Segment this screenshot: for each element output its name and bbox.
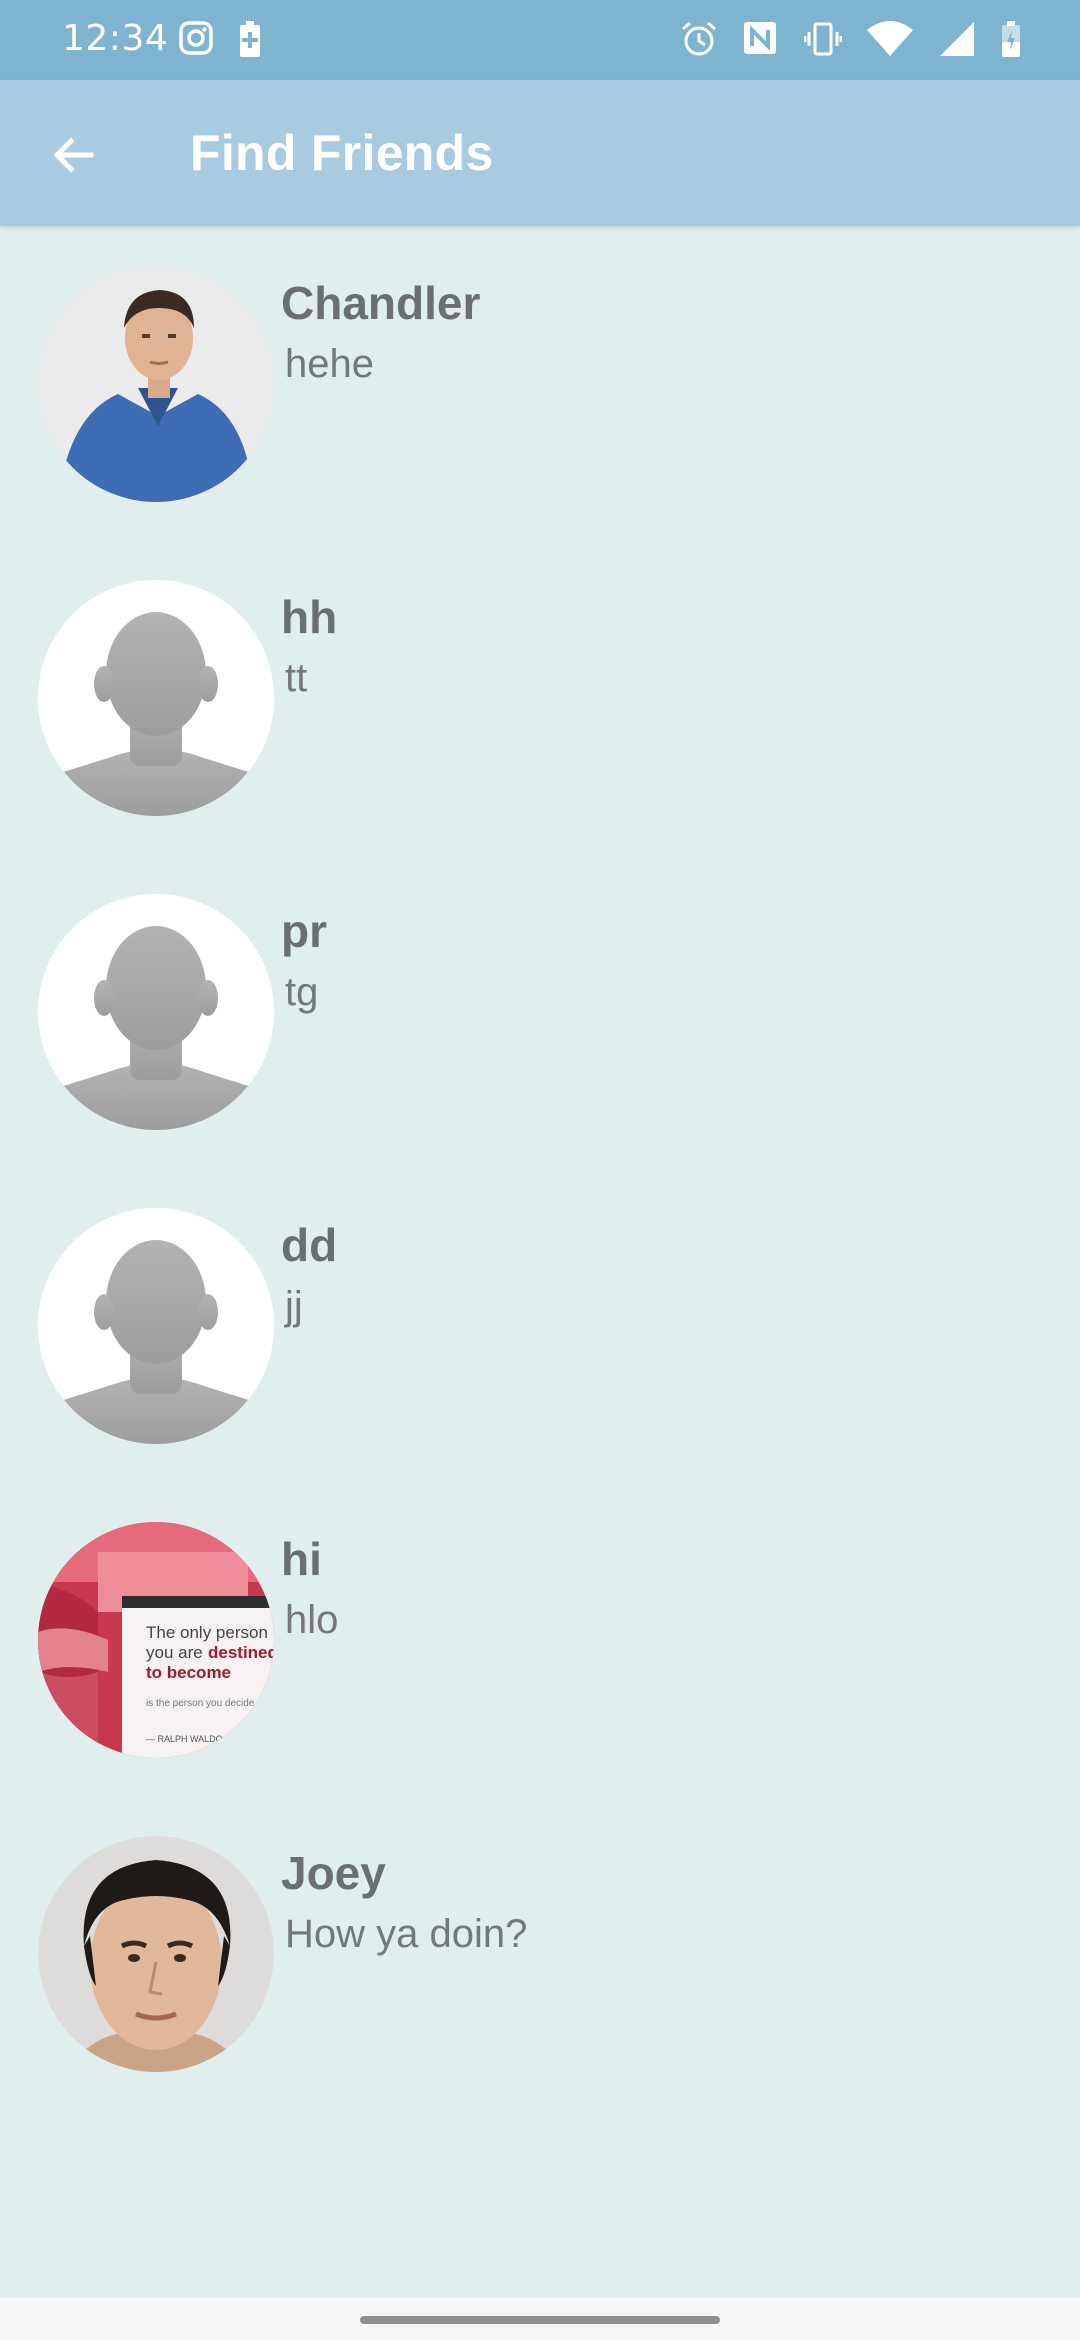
avatar [38, 1836, 274, 2072]
friend-name: dd [281, 1219, 338, 1271]
status-right-icons [680, 20, 1024, 58]
friend-status: hlo [285, 1598, 339, 1642]
avatar: The only person you are destined to beco… [38, 1522, 274, 1758]
vibrate-icon [803, 20, 843, 58]
navigation-bar [0, 2298, 1080, 2340]
app-bar: Find Friends [0, 80, 1080, 226]
signal-icon [938, 20, 976, 58]
page-title: Find Friends [190, 125, 494, 181]
battery-icon [1000, 20, 1024, 58]
default-avatar-icon [38, 894, 274, 1130]
quote-line-5: is the person you decide [146, 1698, 255, 1709]
quote-line-3: destined [208, 1643, 274, 1662]
quote-card-photo: The only person you are destined to beco… [38, 1522, 274, 1758]
friend-item-pr[interactable]: pr tg [0, 854, 1080, 1168]
friend-item-hh[interactable]: hh tt [0, 540, 1080, 854]
instagram-icon [178, 20, 216, 58]
silhouette-icon [38, 1208, 274, 1444]
status-left-icons [178, 20, 276, 58]
silhouette-icon [38, 894, 274, 1130]
home-gesture-handle[interactable] [360, 2316, 720, 2324]
friend-name: pr [281, 905, 327, 957]
avatar [38, 266, 274, 502]
friend-status: jj [285, 1284, 303, 1328]
default-avatar-icon [38, 1208, 274, 1444]
quote-line-6: — RALPH WALDO [146, 1734, 223, 1744]
wifi-icon [866, 20, 914, 58]
arrow-back-icon [53, 137, 94, 173]
silhouette-icon [38, 580, 274, 816]
friend-item-joey[interactable]: Joey How ya doin? [0, 1796, 1080, 2110]
friend-status: hehe [285, 342, 374, 386]
avatar-photo [38, 266, 274, 502]
alarm-icon [680, 20, 718, 58]
friend-item-dd[interactable]: dd jj [0, 1168, 1080, 1482]
nfc-icon [742, 20, 780, 58]
friend-name: Chandler [281, 277, 481, 329]
battery-saver-icon [238, 20, 276, 58]
friend-name: hh [281, 591, 338, 643]
friend-status: tt [285, 656, 308, 700]
back-button[interactable] [38, 120, 108, 190]
friend-item-hi[interactable]: The only person you are destined to beco… [0, 1482, 1080, 1796]
status-time: 12:34 [62, 18, 169, 59]
status-bar: 12:34 [0, 0, 1080, 80]
avatar-photo [38, 1836, 274, 2072]
quote-line-4: to become [146, 1663, 231, 1682]
friend-status: tg [285, 970, 319, 1014]
friend-name: hi [281, 1533, 322, 1585]
friend-item-chandler[interactable]: Chandler hehe [0, 226, 1080, 540]
quote-line-2: you are [146, 1643, 203, 1662]
quote-line-1: The only person [146, 1623, 268, 1642]
friend-name: Joey [281, 1847, 386, 1899]
friend-status: How ya doin? [285, 1912, 528, 1956]
default-avatar-icon [38, 580, 274, 816]
